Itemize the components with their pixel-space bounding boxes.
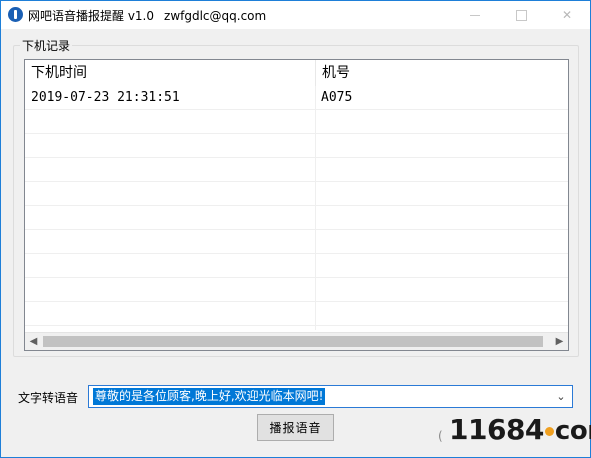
records-list[interactable]: 下机时间 机号 2019-07-23 21:31:51 A075 ◀ ▶ bbox=[24, 59, 569, 351]
table-row bbox=[25, 206, 568, 230]
window-contact: zwfgdlc@qq.com bbox=[164, 9, 267, 23]
table-row bbox=[25, 158, 568, 182]
column-divider bbox=[315, 86, 316, 330]
minimize-button[interactable] bbox=[452, 1, 498, 29]
play-voice-button[interactable]: 播报语音 bbox=[257, 414, 334, 441]
cell-machine: A075 bbox=[321, 90, 353, 105]
group-label: 下机记录 bbox=[20, 37, 73, 54]
watermark-number: 11684 bbox=[449, 413, 544, 446]
column-header-machine[interactable]: 机号 bbox=[315, 60, 568, 86]
table-row bbox=[25, 302, 568, 326]
table-row bbox=[25, 254, 568, 278]
tts-text-value[interactable]: 尊敬的是各位顾客,晚上好,欢迎光临本网吧! bbox=[93, 388, 326, 405]
watermark-tld: com bbox=[554, 416, 591, 446]
title-bar[interactable]: 网吧语音播报提醒 v1.0 zwfgdlc@qq.com bbox=[1, 1, 590, 29]
close-button[interactable] bbox=[544, 1, 590, 29]
list-header: 下机时间 机号 bbox=[25, 60, 568, 86]
app-icon bbox=[8, 7, 23, 22]
tts-label: 文字转语音 bbox=[18, 391, 79, 405]
app-window: 网吧语音播报提醒 v1.0 zwfgdlc@qq.com 下机记录 下机时间 机号… bbox=[0, 0, 591, 458]
window-title-text: 网吧语音播报提醒 v1.0 bbox=[28, 9, 155, 23]
table-row bbox=[25, 182, 568, 206]
table-row bbox=[25, 110, 568, 134]
table-row bbox=[25, 134, 568, 158]
scroll-thumb[interactable] bbox=[43, 336, 543, 347]
corner-glyph: ( bbox=[438, 429, 443, 443]
window-title: 网吧语音播报提醒 v1.0 zwfgdlc@qq.com bbox=[28, 7, 266, 24]
table-row bbox=[25, 230, 568, 254]
cell-time: 2019-07-23 21:31:51 bbox=[31, 90, 180, 105]
scroll-right-icon[interactable]: ▶ bbox=[551, 333, 568, 350]
horizontal-scrollbar[interactable]: ◀ ▶ bbox=[25, 332, 568, 350]
site-watermark: 11684 com bbox=[449, 413, 591, 446]
table-row bbox=[25, 278, 568, 302]
maximize-button[interactable] bbox=[498, 1, 544, 29]
scroll-left-icon[interactable]: ◀ bbox=[25, 333, 42, 350]
watermark-dot bbox=[544, 427, 554, 436]
tts-text-combobox[interactable]: 尊敬的是各位顾客,晚上好,欢迎光临本网吧! ⌄ bbox=[88, 385, 573, 408]
column-header-time[interactable]: 下机时间 bbox=[25, 60, 315, 86]
table-row[interactable]: 2019-07-23 21:31:51 A075 bbox=[25, 86, 568, 110]
chevron-down-icon[interactable]: ⌄ bbox=[553, 387, 569, 406]
